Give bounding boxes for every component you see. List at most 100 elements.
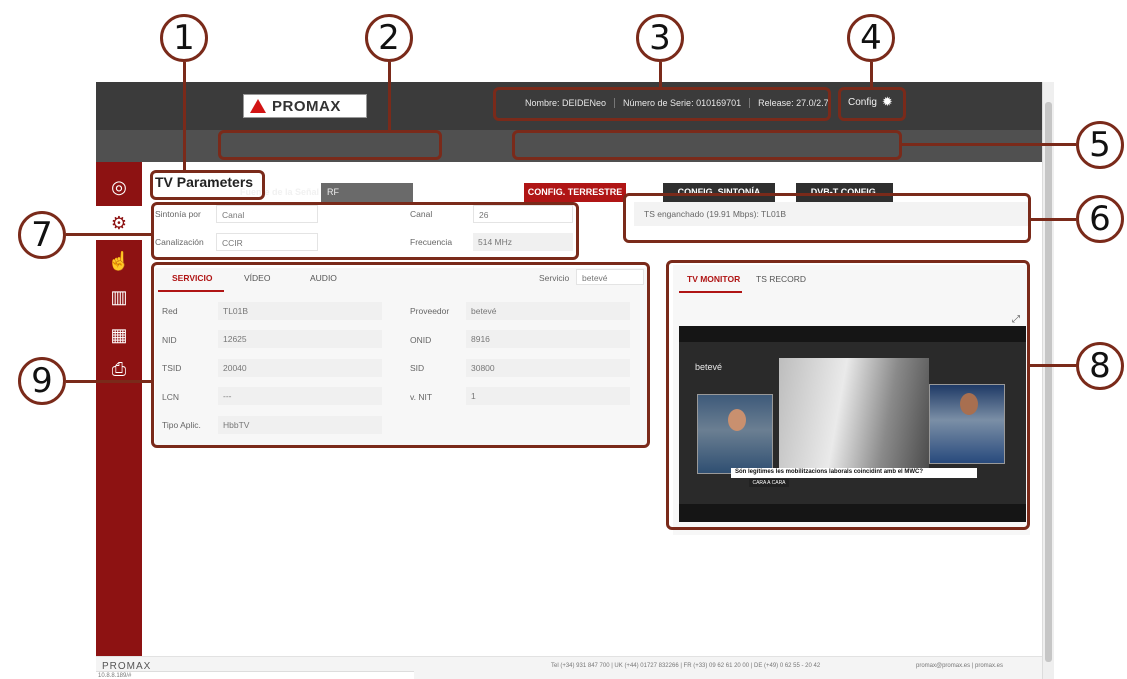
- tab-video[interactable]: VÍDEO: [244, 273, 270, 283]
- red-value: TL01B: [218, 302, 382, 320]
- tab-servicio[interactable]: SERVICIO: [172, 273, 212, 283]
- gear-icon: ✹: [881, 94, 893, 109]
- presenter-right-head: [960, 393, 978, 415]
- callout-9: 9: [18, 357, 66, 405]
- fullscreen-icon[interactable]: ⤢: [1012, 314, 1020, 325]
- video-caption-tag: CARA A CARA: [749, 479, 789, 487]
- proveedor-label: Proveedor: [410, 306, 450, 316]
- canal-label: Canal: [410, 209, 433, 219]
- page-title: TV Parameters: [155, 174, 254, 190]
- config-button[interactable]: Config ✹: [848, 94, 893, 110]
- touch-screen-icon: ☝: [107, 251, 131, 271]
- tv-monitor-view: betevé Són legítimes les mobilitzacions …: [679, 326, 1026, 522]
- presenter-right-image: [929, 384, 1005, 464]
- printer-icon: ⎙: [111, 359, 127, 379]
- canalizacion-label: Canalización: [155, 237, 204, 247]
- connector-1: [183, 62, 186, 170]
- tsid-label: TSID: [162, 363, 182, 373]
- video-caption: Són legítimes les mobilitzacions laboral…: [731, 468, 977, 478]
- sid-label: SID: [410, 363, 425, 373]
- sintonia-select[interactable]: Canal: [216, 205, 318, 223]
- spectrum-icon: ▥: [110, 287, 128, 307]
- red-label: Red: [162, 306, 178, 316]
- logo-text: PROMAX: [272, 98, 341, 115]
- web-app: PROMAX Nombre: DEIDENeo Número de Serie:…: [96, 82, 1042, 679]
- vnit-label: v. NIT: [410, 392, 433, 402]
- connector-4: [870, 62, 873, 87]
- callout-7: 7: [18, 211, 66, 259]
- device-name: Nombre: DEIDENeo: [517, 98, 616, 108]
- ts-status: TS enganchado (19.91 Mbps): TL01B: [634, 202, 1030, 226]
- callout-3: 3: [636, 14, 684, 62]
- connector-6: [1031, 218, 1076, 221]
- frecuencia-value: 514 MHz: [473, 233, 573, 251]
- promax-logo: PROMAX: [243, 94, 367, 118]
- promax-logo-icon: [250, 99, 266, 113]
- gauge-icon: ◎: [111, 177, 127, 197]
- canal-input[interactable]: 26: [473, 205, 573, 223]
- tab-servicio-underline: [158, 290, 224, 292]
- device-serial: Número de Serie: 010169701: [615, 98, 751, 108]
- tv-settings-icon: ⚙: [110, 213, 128, 233]
- connector-9: [66, 380, 151, 383]
- canalizacion-select[interactable]: CCIR: [216, 233, 318, 251]
- config-sintonia-button[interactable]: CONFIG. SINTONÍA: [663, 183, 775, 202]
- lcn-label: LCN: [162, 392, 180, 402]
- sintonia-label: Sintonía por: [155, 209, 201, 219]
- sub-bar: Fuente de la Señal RF CONFIG. TERRESTRE …: [96, 130, 1042, 202]
- proveedor-value: betevé: [466, 302, 630, 320]
- scrollbar-thumb[interactable]: [1045, 102, 1052, 662]
- connector-7: [66, 233, 151, 236]
- callout-5: 5: [1076, 121, 1124, 169]
- tab-tv-monitor[interactable]: TV MONITOR: [687, 274, 740, 284]
- connector-3: [659, 62, 662, 87]
- callout-4: 4: [847, 14, 895, 62]
- onid-value: 8916: [466, 330, 630, 348]
- presenter-left-image: [697, 394, 773, 474]
- presenter-left-head: [728, 409, 746, 431]
- device-info: Nombre: DEIDENeo Número de Serie: 010169…: [517, 92, 837, 114]
- sidebar-item-gauge[interactable]: ◎: [96, 170, 142, 204]
- tipo-aplic-value: HbbTV: [218, 416, 382, 434]
- onid-label: ONID: [410, 335, 432, 345]
- annotated-screenshot: PROMAX Nombre: DEIDENeo Número de Serie:…: [0, 0, 1127, 679]
- nid-label: NID: [162, 335, 177, 345]
- tsid-value: 20040: [218, 359, 382, 377]
- tab-tv-monitor-underline: [679, 291, 742, 293]
- status-url: 10.8.8.189/#: [96, 671, 414, 679]
- video-frame: betevé Són legítimes les mobilitzacions …: [679, 342, 1026, 504]
- config-terrestre-button[interactable]: CONFIG. TERRESTRE: [524, 183, 626, 202]
- connector-8: [1030, 364, 1078, 367]
- sidebar-item-touch[interactable]: ☝: [96, 244, 142, 278]
- callout-6: 6: [1076, 195, 1124, 243]
- device-release: Release: 27.0/2.7: [758, 98, 829, 108]
- config-label: Config: [848, 96, 877, 108]
- frecuencia-label: Frecuencia: [410, 237, 453, 247]
- tab-audio[interactable]: AUDIO: [310, 273, 337, 283]
- signal-source-select[interactable]: RF: [321, 183, 413, 202]
- top-bar: PROMAX Nombre: DEIDENeo Número de Serie:…: [96, 82, 1042, 130]
- vnit-value: 1: [466, 387, 630, 405]
- sidebar-item-schedule[interactable]: ▦: [96, 318, 142, 352]
- callout-8: 8: [1076, 342, 1124, 390]
- sidebar: ◎ ⚙ ☝ ▥ ▦ ⎙: [96, 162, 142, 679]
- connector-5: [902, 143, 1076, 146]
- tipo-aplic-label: Tipo Aplic.: [162, 420, 201, 430]
- calendar-icon: ▦: [110, 325, 128, 345]
- nid-value: 12625: [218, 330, 382, 348]
- footer-links[interactable]: promax@promax.es | promax.es: [916, 663, 1003, 669]
- servicio-select[interactable]: betevé: [576, 269, 644, 285]
- lcn-value: ---: [218, 387, 382, 405]
- tab-ts-record[interactable]: TS RECORD: [756, 274, 806, 284]
- callout-1: 1: [160, 14, 208, 62]
- dvbt-config-button[interactable]: DVB-T CONFIG.: [796, 183, 893, 202]
- train-image: [779, 358, 929, 478]
- sid-value: 30800: [466, 359, 630, 377]
- page-scrollbar[interactable]: [1042, 82, 1054, 679]
- callout-2: 2: [365, 14, 413, 62]
- sidebar-item-spectrum[interactable]: ▥: [96, 280, 142, 314]
- channel-brand: betevé: [695, 362, 723, 372]
- footer-contacts: Tel (+34) 931 847 700 | UK (+44) 01727 8…: [551, 663, 821, 669]
- servicio-label: Servicio: [539, 273, 570, 283]
- connector-2: [388, 62, 391, 130]
